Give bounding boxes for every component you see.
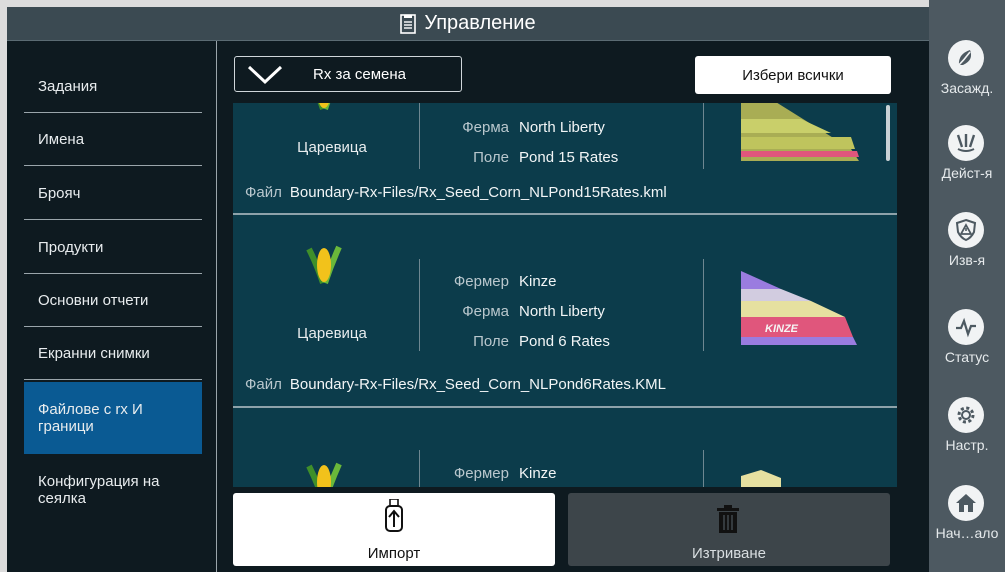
crop-name: Царевица [297, 139, 367, 156]
sidebar-item-planter-config[interactable]: Конфигурация на сеялка [24, 458, 202, 530]
chevron-down-icon [247, 65, 283, 85]
gear-icon [957, 406, 975, 424]
title-bar: Управление [7, 7, 929, 41]
rail-home-button[interactable]: Нач…ало [929, 477, 1005, 557]
window-frame-left [0, 0, 7, 572]
rail-actions-button[interactable]: Дейст-я [929, 117, 1005, 197]
alert-shield-icon [955, 218, 977, 242]
file-list[interactable]: Царевица Ферма North Liberty Поле Pond 1… [233, 103, 897, 487]
sidebar-item-reports[interactable]: Основни отчети [24, 275, 202, 327]
trash-icon [717, 505, 739, 533]
field-map-thumbnail: KINZE [741, 271, 857, 345]
corn-icon [317, 103, 331, 110]
sidebar: Задания Имена Брояч Продукти Основни отч… [7, 41, 217, 572]
divider [419, 103, 420, 169]
dropdown-value: Rx за семена [313, 65, 407, 83]
file-path: Файл Boundary-Rx-Files/Rx_Seed_Corn_NLPon… [245, 184, 667, 201]
divider [419, 259, 420, 351]
farmer-field: Фермер Kinze [453, 273, 557, 290]
usb-import-icon [385, 499, 403, 532]
field-field: Поле Pond 6 Rates [473, 333, 610, 350]
import-label: Импорт [367, 545, 421, 562]
field-map-thumbnail [741, 470, 781, 487]
divider [703, 259, 704, 351]
corn-icon [306, 245, 342, 284]
window-frame-top [0, 0, 1005, 7]
farm-field: Ферма North Liberty [462, 119, 605, 136]
field-field: Поле Pond 15 Rates [473, 149, 619, 166]
rail-alerts-button[interactable]: Изв-я [929, 204, 1005, 284]
sidebar-item-names[interactable]: Имена [24, 114, 202, 166]
rail-settings-button[interactable]: Настр. [929, 389, 1005, 469]
crop-name: Царевица [297, 325, 367, 342]
rx-type-dropdown[interactable]: Rx за семена [234, 56, 462, 92]
divider [703, 450, 704, 487]
sidebar-item-jobs[interactable]: Задания [24, 61, 202, 113]
field-map-thumbnail [741, 103, 859, 161]
list-item[interactable]: Царевица Фермер Kinze Ферма North Libert… [233, 215, 897, 408]
rail-planting-button[interactable]: Засажд. [929, 32, 1005, 112]
divider [419, 450, 420, 487]
divider [703, 103, 704, 169]
corn-icon [306, 462, 342, 487]
list-scrollbar[interactable] [886, 105, 890, 161]
select-all-button[interactable]: Избери всички [695, 56, 891, 94]
import-button[interactable]: Импорт [233, 493, 555, 566]
sidebar-item-screenshots[interactable]: Екранни снимки [24, 328, 202, 380]
kinze-logo: KINZE [765, 323, 799, 335]
sidebar-item-counters[interactable]: Брояч [24, 168, 202, 220]
right-nav-rail: Засажд. Дейст-я Изв-я Статус Настр. Нач…… [929, 0, 1005, 572]
file-path: Файл Boundary-Rx-Files/Rx_Seed_Corn_NLPon… [245, 376, 666, 393]
main-panel: Управление Задания Имена Брояч Продукти … [7, 7, 929, 572]
farmer-field: Фермер Kinze [453, 465, 557, 482]
pulse-icon [956, 317, 976, 338]
delete-label: Изтриване [691, 545, 767, 562]
content-area: Rx за семена Избери всички Царевица Ферм… [217, 41, 929, 572]
sidebar-item-rx-files[interactable]: Файлове с rx И граници [24, 382, 202, 454]
page-title: Управление [424, 12, 536, 34]
list-item[interactable]: Царевица Ферма North Liberty Поле Pond 1… [233, 103, 897, 215]
delete-button[interactable]: Изтриване [568, 493, 890, 566]
action-icon [956, 134, 976, 152]
farm-field: Ферма North Liberty [462, 303, 605, 320]
sidebar-item-products[interactable]: Продукти [24, 222, 202, 274]
seed-icon [956, 50, 972, 68]
document-icon [400, 13, 417, 34]
rail-status-button[interactable]: Статус [929, 301, 1005, 381]
home-icon [956, 494, 976, 512]
list-item[interactable]: Фермер Kinze [233, 408, 897, 487]
